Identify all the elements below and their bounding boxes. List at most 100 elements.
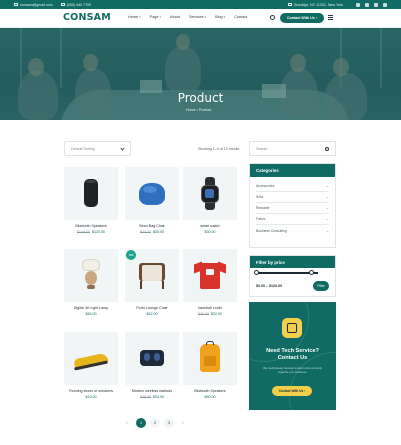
category-label: Business Consulting (256, 228, 287, 233)
search-icon[interactable] (325, 146, 329, 151)
cta-title-line-2: Contact Us (277, 355, 308, 361)
cta-title: Need Tech Service? Contact Us (249, 348, 336, 362)
product-name[interactable]: smart watch (183, 224, 237, 228)
cta-text: We meticulously develop systems that cor… (263, 366, 322, 374)
filter-button[interactable]: Filter (313, 281, 329, 291)
twitter-icon[interactable] (365, 2, 369, 7)
product-name[interactable]: Bluetooth Speakers (183, 389, 237, 393)
product-old-price: $38.00 (140, 395, 151, 399)
category-item[interactable]: Sofa → (256, 192, 329, 203)
instagram-icon[interactable] (383, 2, 387, 7)
product-name[interactable]: Running shoes or sneakers (64, 389, 118, 393)
category-item[interactable]: Accessories → (256, 181, 329, 192)
chevron-down-icon: ▾ (139, 15, 141, 19)
product-image[interactable] (125, 332, 179, 385)
category-label: Fabric (256, 217, 266, 221)
topbar-email[interactable]: consam@gmail.com (14, 3, 53, 7)
product-image[interactable] (125, 167, 179, 220)
price-slider-min-handle[interactable] (254, 270, 259, 275)
arrow-right-icon: → (325, 195, 329, 199)
linkedin-icon[interactable] (374, 2, 378, 7)
menu-icon[interactable] (328, 15, 333, 20)
product-name[interactable]: baseball t-shirt (183, 306, 237, 310)
category-item[interactable]: Fabric → (256, 214, 329, 225)
product-current-price: $50.00 (204, 395, 216, 399)
product-card[interactable]: Modern wireless earbuds $38.00 $34.00 (125, 332, 179, 399)
topbar-address: Brooklyn, NY 11201, New York (288, 3, 343, 7)
nav-item-about[interactable]: About (170, 15, 180, 19)
product-image[interactable] (183, 167, 237, 220)
top-bar: consam@gmail.com (000) 440-7700 Brooklyn… (0, 0, 401, 9)
nav-label: Contact (234, 15, 248, 19)
product-card[interactable]: Bluetooth Speakers $149.00 $120.00 (64, 167, 118, 234)
price-slider-max-handle[interactable] (308, 270, 314, 275)
nav-label: Page (149, 15, 159, 19)
nav-item-services[interactable]: Services▾ (189, 15, 206, 19)
product-name[interactable]: Porto Lounge Chair (125, 306, 179, 310)
product-current-price: $45.00 (85, 312, 97, 316)
product-current-price: $35.00 (153, 230, 164, 234)
cta-contact-button[interactable]: Contact With Us › (272, 386, 312, 396)
nav-label: Home (128, 15, 139, 19)
product-image[interactable] (183, 332, 237, 385)
product-old-price: $39.00 (198, 312, 209, 316)
sidebar-search-input[interactable]: Search (249, 141, 336, 156)
product-name[interactable]: Bluetooth Speakers (64, 224, 118, 228)
nav-item-home[interactable]: Home▾ (128, 15, 141, 19)
pagination-page-2[interactable]: 2 (150, 418, 160, 428)
product-current-price: $32.00 (211, 312, 222, 316)
main-nav: Home▾ Page▾ About Services▾ Blog▾ Contac… (128, 15, 247, 19)
sale-badge: -5% (126, 250, 136, 260)
product-card[interactable]: Running shoes or sneakers $19.00 (64, 332, 118, 399)
category-item[interactable]: Rentable → (256, 203, 329, 214)
nav-item-page[interactable]: Page▾ (150, 15, 161, 19)
phone-icon (60, 3, 65, 6)
product-price: $50.00 (183, 395, 237, 399)
sort-select[interactable]: Default Sorting (64, 141, 131, 156)
site-header: CONSAM Home▾ Page▾ About Services▾ Blog▾… (0, 9, 401, 28)
arrow-right-icon: → (325, 217, 329, 221)
pagination-prev-button[interactable]: ‹ (122, 418, 132, 428)
product-image[interactable] (64, 249, 118, 302)
nav-item-contact[interactable]: Contact (234, 15, 247, 19)
nav-label: About (170, 15, 180, 19)
logo[interactable]: CONSAM (63, 12, 111, 23)
product-name[interactable]: Digital Jet Light Lamp (64, 306, 118, 310)
product-card[interactable]: smart watch $30.00 (183, 167, 237, 234)
product-card[interactable]: Bluetooth Speakers $50.00 (183, 332, 237, 399)
facebook-icon[interactable] (356, 2, 360, 7)
contact-button[interactable]: Contact With Us › (280, 13, 324, 23)
product-name[interactable]: Modern wireless earbuds (125, 389, 179, 393)
product-price: $40.00 $35.00 (125, 230, 179, 234)
search-icon[interactable] (270, 15, 275, 20)
product-old-price: $40.00 (140, 230, 151, 234)
cta-title-line-1: Need Tech Service? (266, 348, 319, 354)
chevron-down-icon: ▾ (223, 15, 226, 19)
product-current-price: $30.00 (204, 230, 216, 234)
categories-widget: Categories Accessories → Sofa → Rentable → … (249, 163, 336, 248)
contact-button-label: Contact With Us (287, 16, 315, 20)
tech-service-cta: Need Tech Service? Contact Us We meticulo… (249, 302, 336, 410)
pagination-next-button[interactable]: › (178, 418, 188, 428)
nav-item-blog[interactable]: Blog▾ (215, 15, 225, 19)
product-card[interactable]: Bean Bag Chair $40.00 $35.00 (125, 167, 179, 234)
topbar-phone-text: (000) 440-7700 (66, 2, 92, 7)
price-filter-title: Filter by price (250, 256, 335, 268)
price-range-value: $0.00 – $120.00 (256, 284, 282, 288)
product-price: $30.00 (183, 230, 237, 234)
pagination-page-1[interactable]: 1 (136, 418, 146, 428)
product-image[interactable]: -5% (125, 249, 179, 302)
breadcrumb[interactable]: Home • Product (186, 108, 211, 112)
product-current-price: $34.00 (153, 395, 164, 399)
topbar-phone[interactable]: (000) 440-7700 (60, 2, 92, 7)
product-image[interactable] (183, 249, 237, 302)
product-image[interactable] (64, 167, 118, 220)
product-card[interactable]: baseball t-shirt $39.00 $32.00 (183, 249, 237, 316)
nav-label: Blog (215, 15, 223, 19)
product-card[interactable]: -5% Porto Lounge Chair $42.00 (125, 249, 179, 316)
category-item[interactable]: Business Consulting → (256, 225, 329, 236)
pagination-page-3[interactable]: 3 (164, 418, 174, 428)
product-name[interactable]: Bean Bag Chair (125, 224, 179, 228)
product-card[interactable]: Digital Jet Light Lamp $45.00 (64, 249, 118, 316)
product-image[interactable] (64, 332, 118, 385)
